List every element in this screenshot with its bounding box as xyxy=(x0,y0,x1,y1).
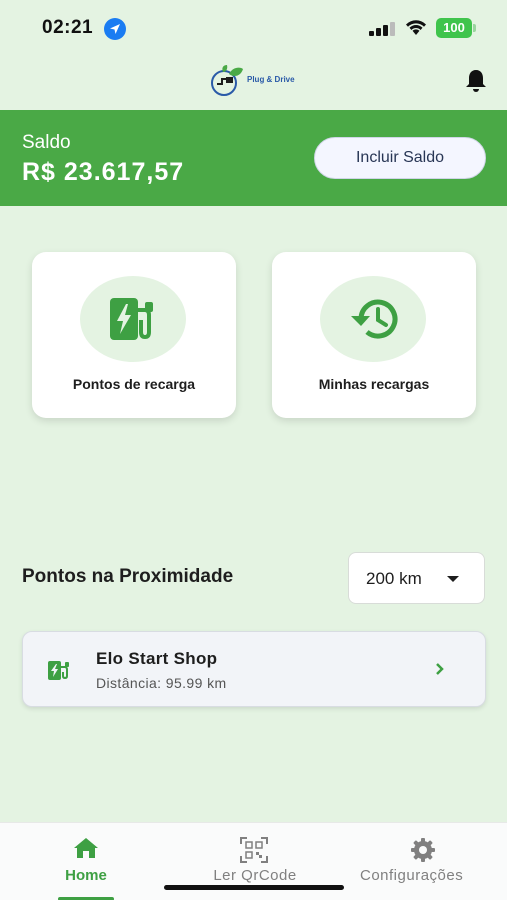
history-icon xyxy=(351,299,398,339)
charging-points-label: Pontos de recarga xyxy=(72,376,196,392)
status-time: 02:21 xyxy=(42,17,94,38)
status-bar: 02:21 100 xyxy=(0,0,507,56)
my-recharges-card[interactable]: Minhas recargas xyxy=(272,252,476,418)
battery-indicator: 100 xyxy=(436,18,476,38)
nav-settings[interactable]: Configurações xyxy=(356,823,507,900)
logo-text: Plug & Drive xyxy=(247,75,295,84)
station-name: Elo Start Shop xyxy=(96,649,218,668)
charging-points-card[interactable]: Pontos de recarga xyxy=(32,252,236,418)
cellular-signal-icon xyxy=(369,22,395,36)
app-logo: Plug & Drive xyxy=(209,64,305,98)
card-icon-circle xyxy=(320,276,426,362)
distance-filter-dropdown[interactable]: 200 km xyxy=(348,552,485,604)
balance-label: Saldo xyxy=(22,132,71,153)
distance-filter-value: 200 km xyxy=(366,569,422,588)
location-arrow-icon xyxy=(104,18,126,40)
plug-leaf-logo-icon xyxy=(211,65,243,96)
balance-banner: Saldo R$ 23.617,57 Incluir Saldo xyxy=(0,110,507,206)
nav-settings-label: Configurações xyxy=(360,867,464,884)
notification-bell-icon[interactable] xyxy=(464,68,488,94)
nearby-title: Pontos na Proximidade xyxy=(22,566,234,587)
nav-home[interactable]: Home xyxy=(38,823,134,900)
station-list-item[interactable]: Elo Start Shop Distância: 95.99 km xyxy=(22,631,486,707)
chevron-right-icon xyxy=(436,663,444,675)
nav-read-qrcode-label: Ler QrCode xyxy=(213,867,297,884)
home-icon xyxy=(74,838,98,858)
nav-home-label: Home xyxy=(65,867,107,884)
card-icon-circle xyxy=(80,276,186,362)
charging-station-icon xyxy=(48,661,69,680)
my-recharges-label: Minhas recargas xyxy=(318,376,430,392)
wifi-icon xyxy=(406,20,426,35)
qrcode-icon xyxy=(240,837,268,863)
station-distance: Distância: 95.99 km xyxy=(96,675,227,691)
balance-value: R$ 23.617,57 xyxy=(22,158,185,186)
home-indicator xyxy=(164,885,344,890)
caret-down-icon xyxy=(447,576,459,582)
gear-icon xyxy=(411,838,435,862)
charging-station-icon xyxy=(110,298,153,340)
add-balance-button[interactable]: Incluir Saldo xyxy=(314,137,486,179)
